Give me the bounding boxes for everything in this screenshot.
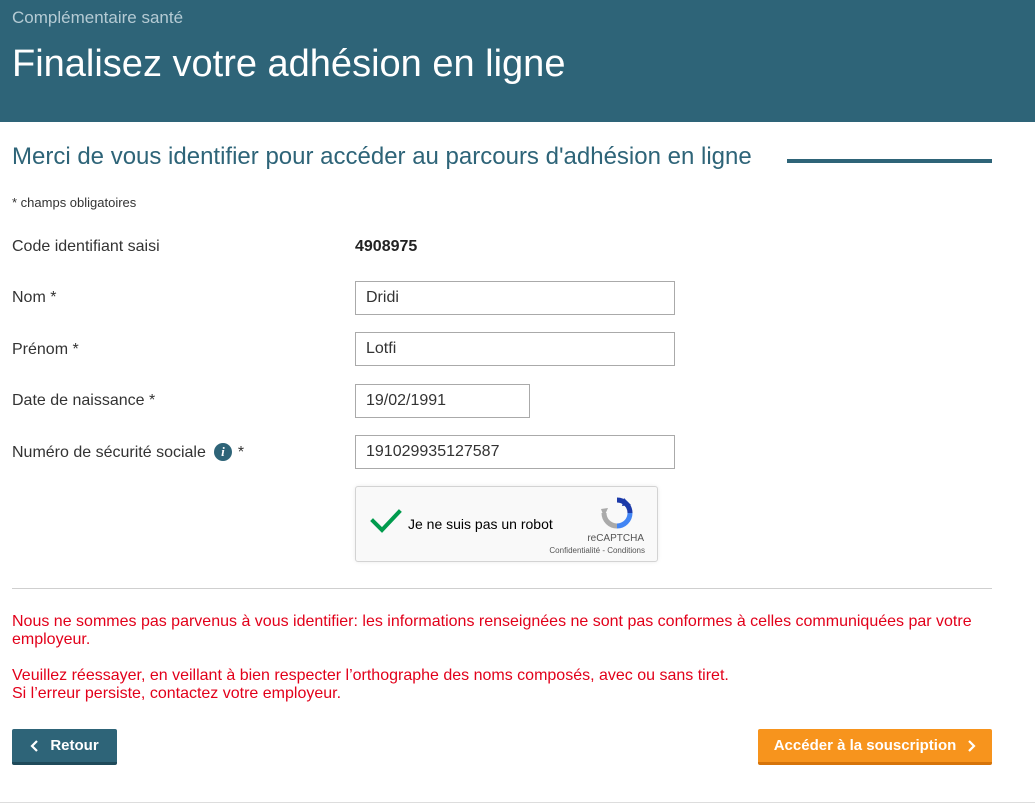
ssn-required-marker: * [237,444,245,462]
back-button[interactable]: Retour [12,729,117,765]
chevron-right-icon [968,739,976,752]
chevron-left-icon [30,739,39,752]
recaptcha-widget: Je ne suis pas un robot reCAPTCHA Confid… [355,486,658,562]
code-label: Code identifiant saisi [12,238,160,255]
error-message-1: Nous ne sommes pas parvenus à vous ident… [12,613,972,648]
recaptcha-logo-icon [601,497,633,529]
prenom-label: Prénom * [12,341,79,358]
nom-field[interactable] [355,281,675,315]
recaptcha-brand: reCAPTCHA [587,533,644,544]
error-message-2: Veuillez réessayer, en veillant à bien r… [12,667,729,684]
page-title: Finalisez votre adhésion en ligne [12,43,566,85]
required-fields-note: * champs obligatoires [12,195,137,210]
prenom-field[interactable] [355,332,675,366]
dob-field[interactable] [355,384,530,418]
access-subscription-button[interactable]: Accéder à la souscription [758,729,992,765]
access-subscription-label: Accéder à la souscription [773,737,957,754]
info-icon[interactable]: i [213,443,232,461]
header-kicker: Complémentaire santé [12,8,184,27]
nom-label: Nom * [12,289,57,306]
back-button-label: Retour [50,737,99,754]
ssn-label: Numéro de sécurité sociale [12,444,206,462]
error-message-3: Si l’erreur persiste, contactez votre em… [12,685,342,702]
section-title: Merci de vous identifier pour accéder au… [12,143,752,170]
ssn-field[interactable] [355,435,675,469]
page-header: Complémentaire santé Finalisez votre adh… [0,0,1035,122]
recaptcha-links[interactable]: Confidentialité - Conditions [549,546,645,555]
dob-label: Date de naissance * [12,392,156,409]
ssn-label-row: Numéro de sécurité sociale i * [12,443,245,462]
form-divider [12,588,992,589]
checkmark-icon[interactable] [370,507,402,535]
recaptcha-label: Je ne suis pas un robot [408,516,553,532]
section-title-rule [787,159,992,163]
code-value: 4908975 [355,238,418,255]
